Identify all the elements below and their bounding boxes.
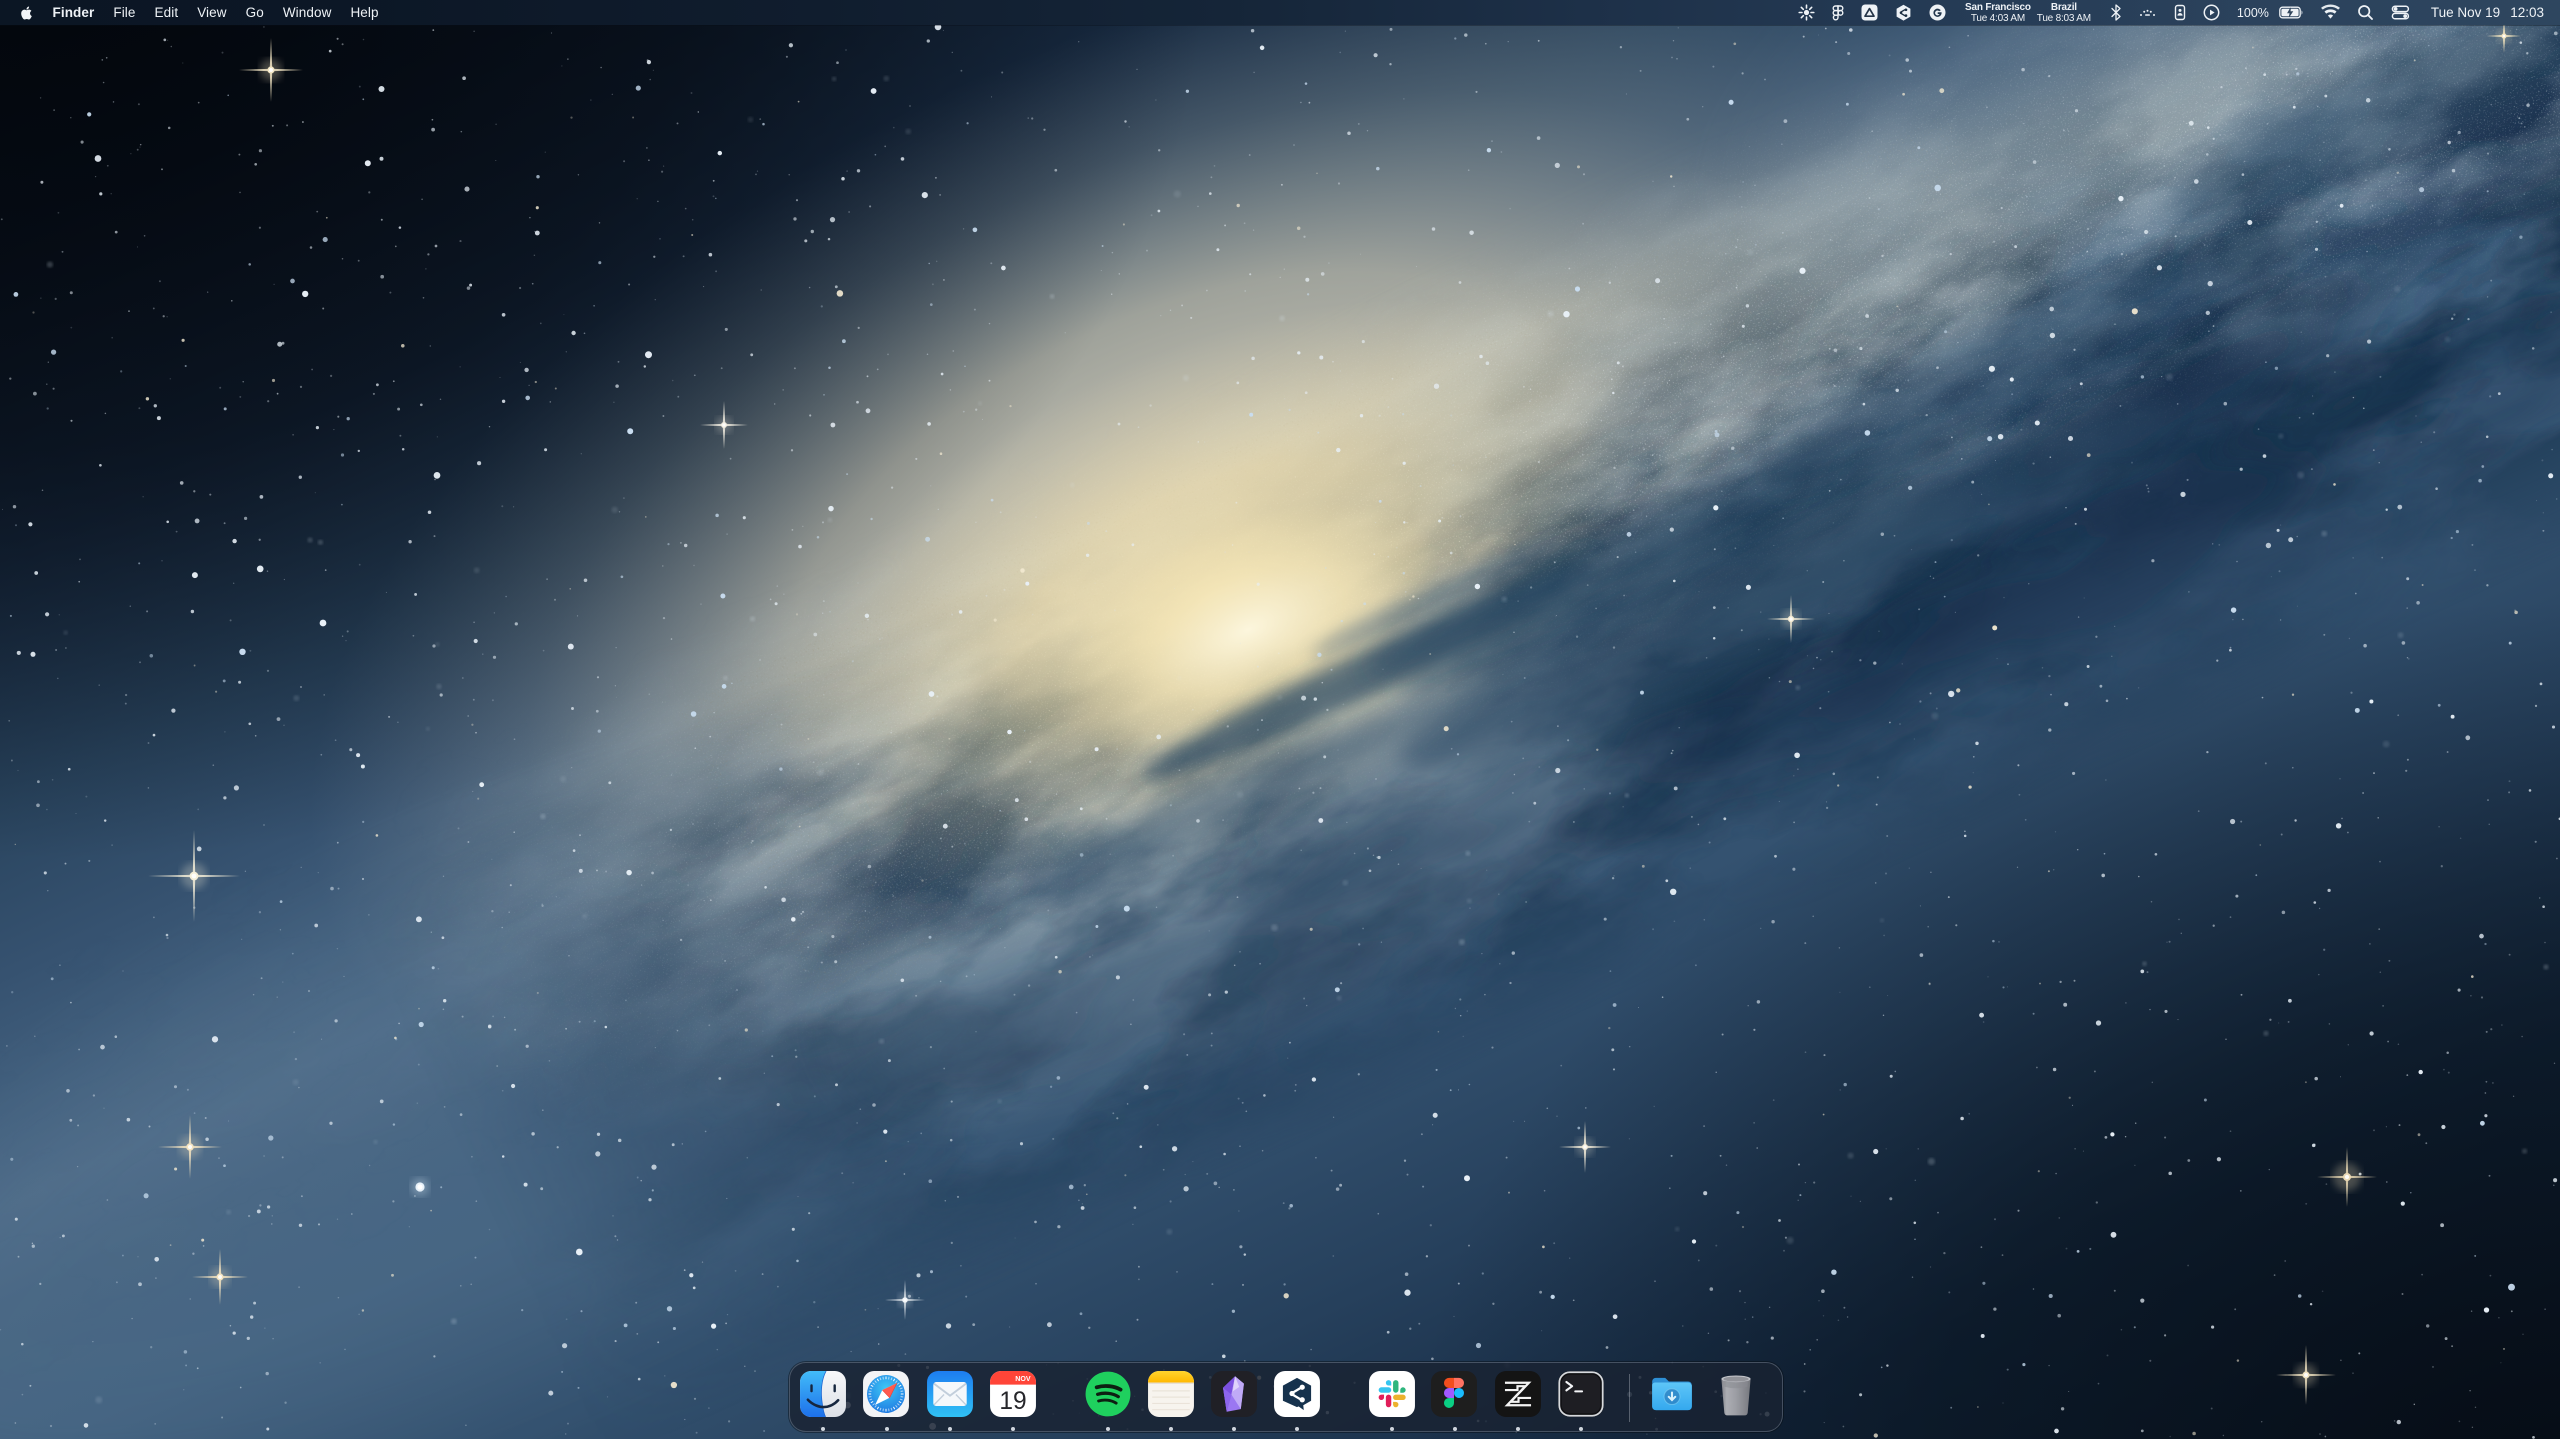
svg-text:19: 19: [999, 1388, 1026, 1415]
svg-text:NOV: NOV: [1015, 1375, 1031, 1383]
